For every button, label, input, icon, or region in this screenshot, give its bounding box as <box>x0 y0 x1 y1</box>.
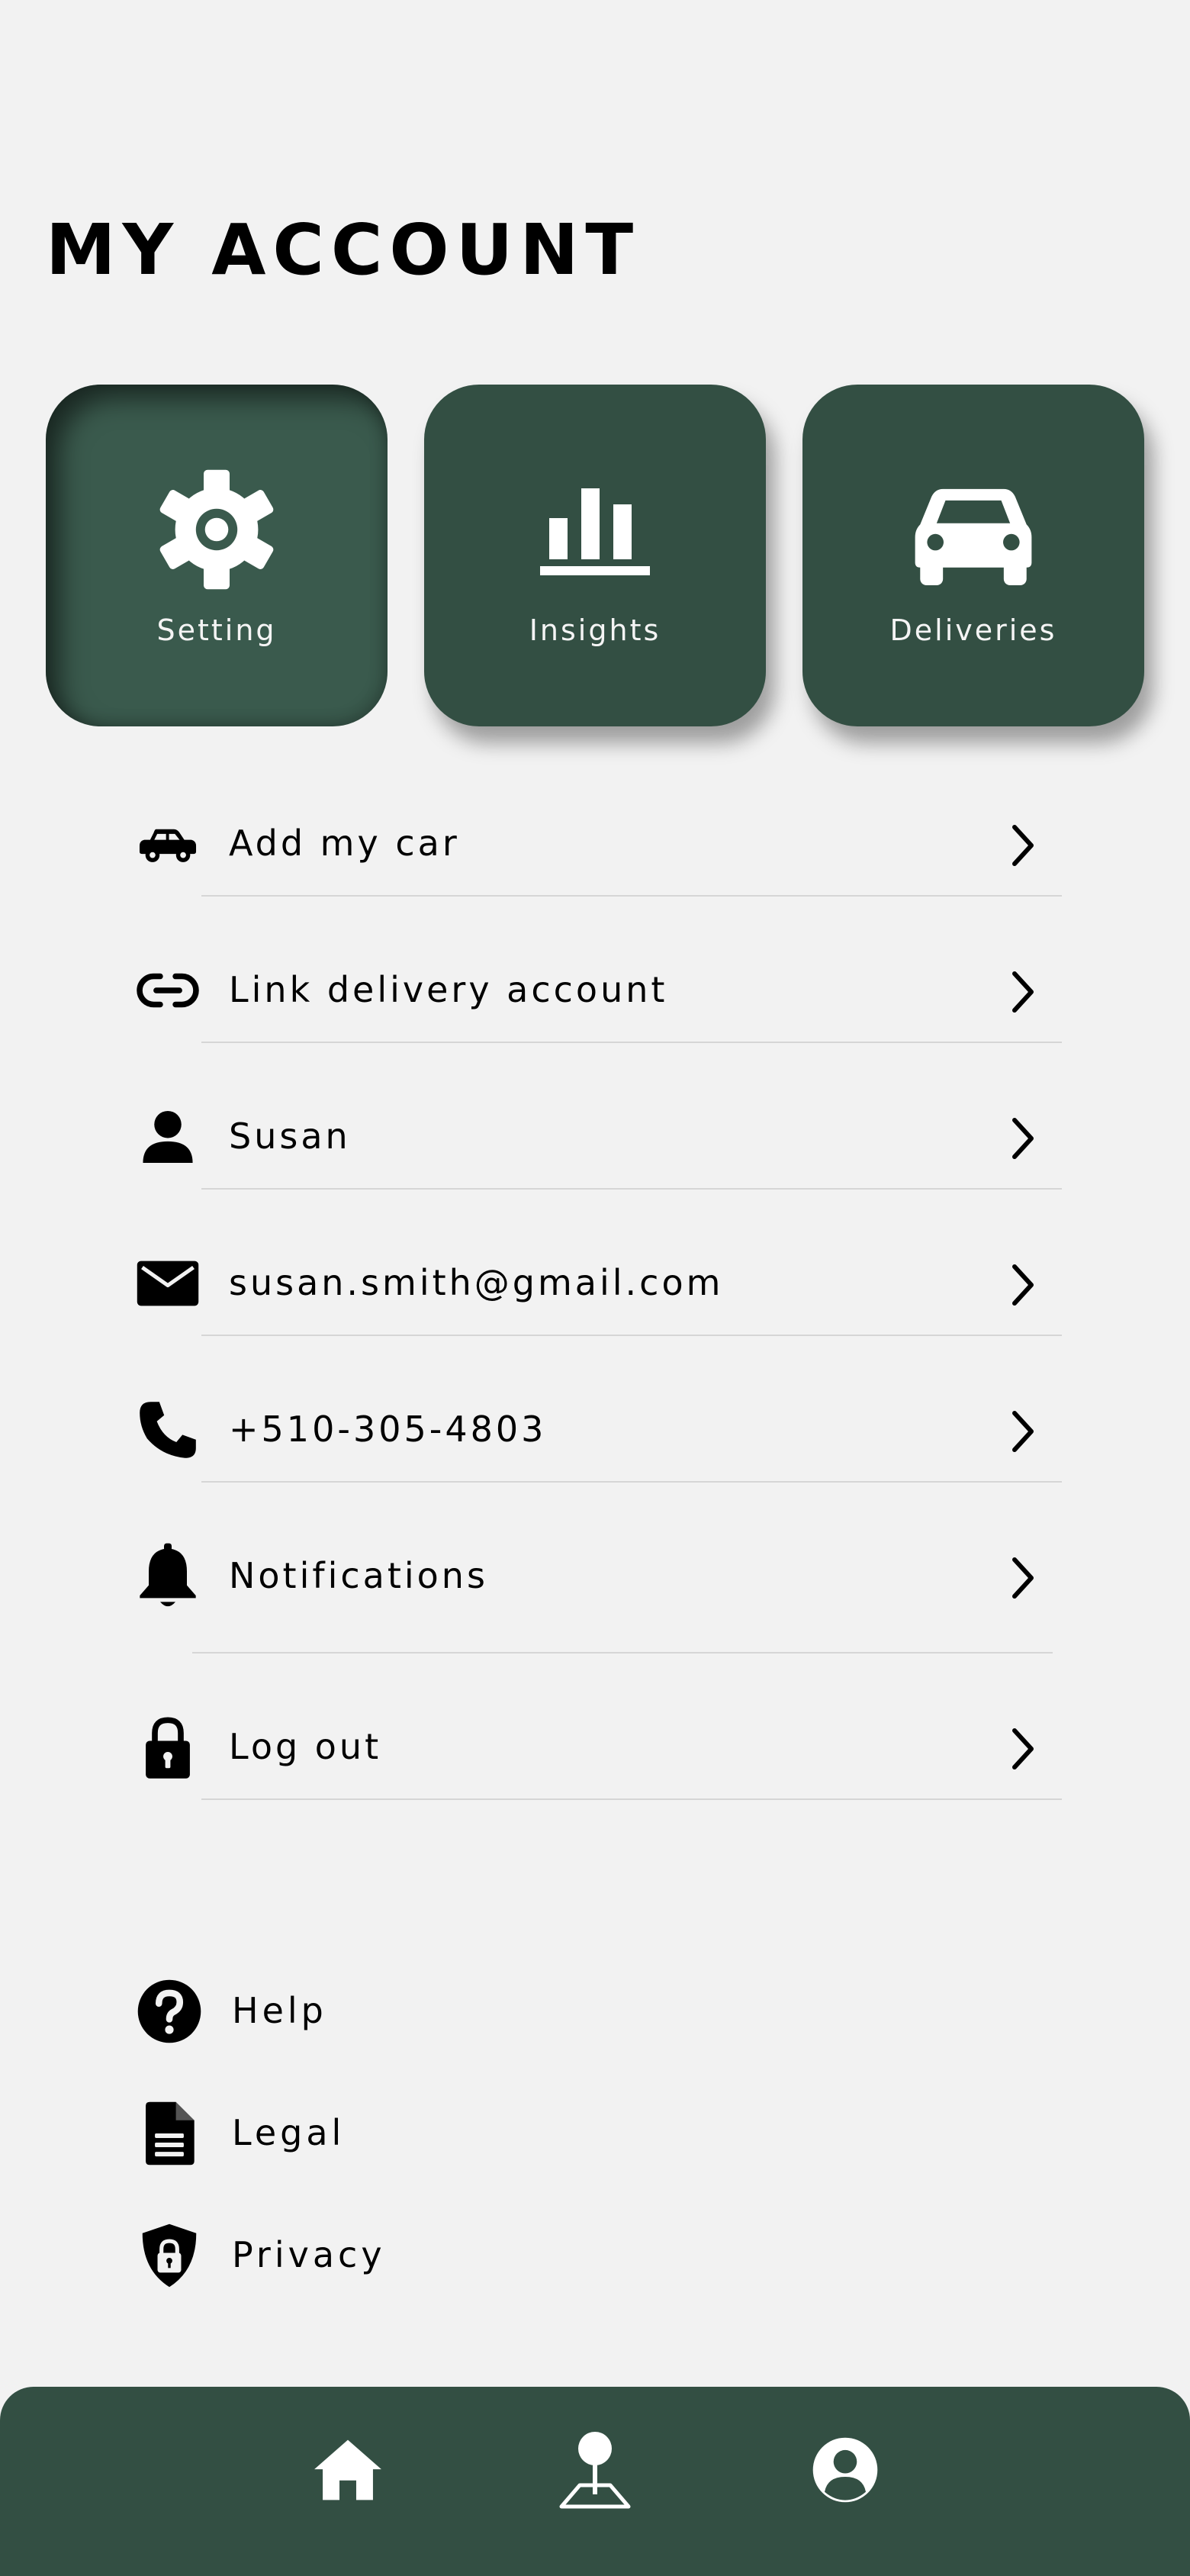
menu-item-label: Add my car <box>229 823 460 864</box>
divider <box>201 1481 1062 1483</box>
profile-icon <box>812 2437 878 2503</box>
bar-chart-icon <box>424 461 766 598</box>
chevron-right-icon <box>1012 1411 1034 1452</box>
menu-item-logout[interactable]: Log out <box>130 1694 1068 1785</box>
person-icon <box>136 1105 200 1169</box>
divider <box>192 1652 1053 1653</box>
home-icon <box>314 2439 381 2500</box>
menu-item-phone[interactable]: +510-305-4803 <box>130 1377 1068 1468</box>
car-side-icon <box>136 812 200 876</box>
home-nav-button[interactable] <box>298 2420 397 2520</box>
map-pin-icon <box>559 2432 631 2509</box>
document-icon <box>134 2098 204 2169</box>
chevron-right-icon <box>1012 1557 1034 1599</box>
menu-item-label: susan.smith@gmail.com <box>229 1262 724 1303</box>
map-nav-button[interactable] <box>545 2420 645 2520</box>
divider <box>201 1335 1062 1336</box>
chevron-right-icon <box>1012 1264 1034 1306</box>
menu-item-add-car[interactable]: Add my car <box>130 791 1068 882</box>
menu-item-notifications[interactable]: Notifications <box>130 1523 1068 1615</box>
menu-item-link-delivery[interactable]: Link delivery account <box>130 937 1068 1029</box>
menu-item-label: Link delivery account <box>229 969 668 1010</box>
privacy-link-label: Privacy <box>232 2234 386 2275</box>
deliveries-tile[interactable]: Deliveries <box>802 385 1144 726</box>
page-title: MY ACCOUNT <box>46 209 641 291</box>
phone-icon <box>136 1398 200 1462</box>
menu-item-label: Log out <box>229 1726 382 1767</box>
divider <box>201 1188 1062 1190</box>
insights-tile-label: Insights <box>529 613 661 647</box>
menu-item-label: Notifications <box>229 1555 488 1596</box>
bell-icon <box>136 1543 200 1608</box>
question-circle-icon <box>134 1976 204 2046</box>
help-link-label: Help <box>232 1990 327 2031</box>
legal-link[interactable]: Legal <box>134 2091 592 2167</box>
privacy-link[interactable]: Privacy <box>134 2213 592 2289</box>
deliveries-tile-label: Deliveries <box>889 613 1057 647</box>
shield-lock-icon <box>134 2220 204 2291</box>
link-icon <box>136 958 200 1022</box>
legal-link-label: Legal <box>232 2112 346 2153</box>
divider <box>201 1042 1062 1043</box>
gear-icon <box>46 461 388 598</box>
menu-item-label: +510-305-4803 <box>229 1409 547 1450</box>
divider <box>201 895 1062 897</box>
envelope-icon <box>136 1251 200 1315</box>
setting-tile-label: Setting <box>156 613 277 647</box>
account-page: MY ACCOUNT Setting Insights Deliveries A… <box>0 0 1190 2576</box>
chevron-right-icon <box>1012 971 1034 1013</box>
chevron-right-icon <box>1012 1728 1034 1769</box>
car-icon <box>802 461 1144 598</box>
insights-tile[interactable]: Insights <box>424 385 766 726</box>
profile-nav-button[interactable] <box>796 2420 895 2520</box>
setting-tile[interactable]: Setting <box>46 385 388 726</box>
chevron-right-icon <box>1012 825 1034 866</box>
menu-item-name[interactable]: Susan <box>130 1084 1068 1175</box>
divider <box>201 1798 1062 1800</box>
help-link[interactable]: Help <box>134 1969 592 2045</box>
chevron-right-icon <box>1012 1118 1034 1159</box>
bottom-navigation <box>0 2387 1190 2576</box>
menu-item-email[interactable]: susan.smith@gmail.com <box>130 1230 1068 1322</box>
lock-icon <box>136 1715 200 1779</box>
menu-item-label: Susan <box>229 1116 351 1157</box>
